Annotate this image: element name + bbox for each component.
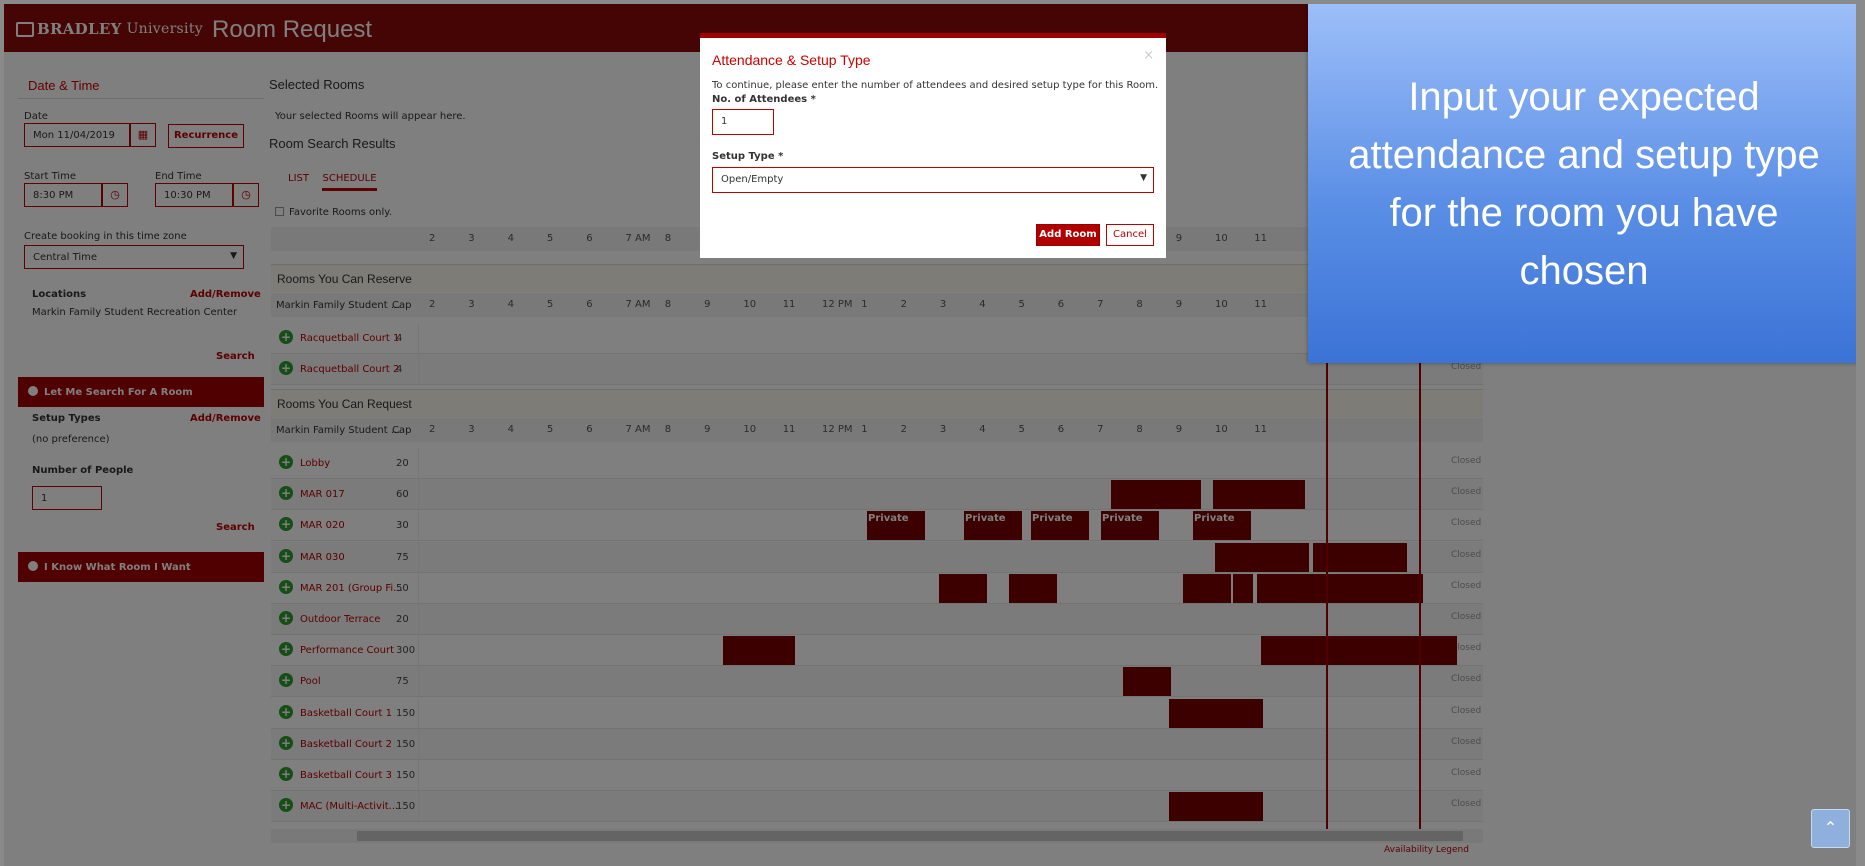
app-page: BRADLEY University Room Request Date & T… <box>4 4 1856 866</box>
attendees-label: No. of Attendees * <box>712 94 816 105</box>
chevron-down-icon: ▼ <box>1140 173 1147 183</box>
close-icon[interactable]: × <box>1143 48 1154 63</box>
add-room-button[interactable]: Add Room <box>1036 224 1100 246</box>
modal-title: Attendance & Setup Type <box>712 52 871 68</box>
attendees-input[interactable]: 1 <box>712 109 774 135</box>
scroll-to-top-button[interactable]: ⌃ <box>1811 809 1850 848</box>
chevron-up-icon: ⌃ <box>1823 818 1838 837</box>
setup-type-value: Open/Empty <box>721 174 784 185</box>
setup-type-label: Setup Type * <box>712 151 784 162</box>
instruction-callout: Input your expected attendance and setup… <box>1308 4 1856 363</box>
cancel-button[interactable]: Cancel <box>1106 224 1154 246</box>
modal-instructions: To continue, please enter the number of … <box>712 80 1159 91</box>
setup-type-select[interactable]: Open/Empty ▼ <box>712 167 1154 193</box>
attendance-modal: Attendance & Setup Type × To continue, p… <box>700 33 1166 258</box>
